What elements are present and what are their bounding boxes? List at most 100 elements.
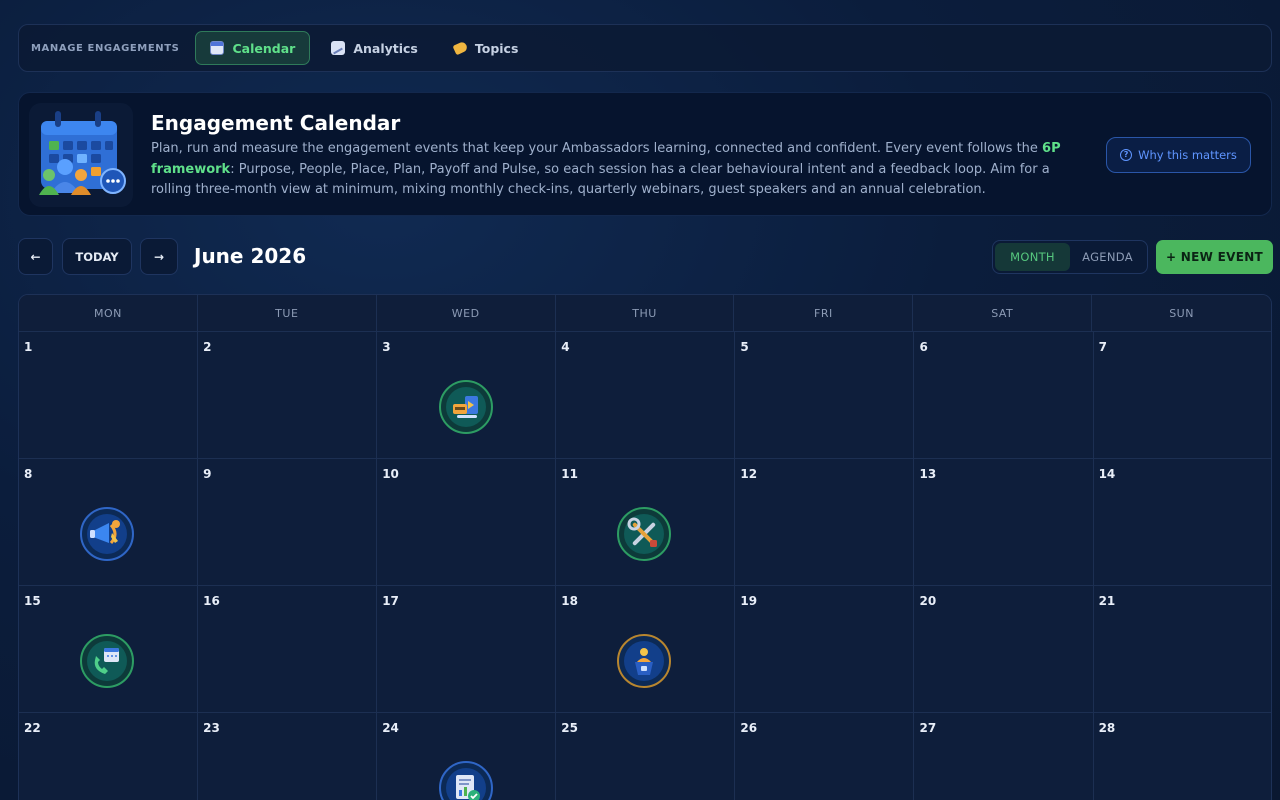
day-cell[interactable]: 27 <box>914 713 1094 800</box>
day-cell[interactable]: 6 <box>914 332 1094 459</box>
weekday-label: SUN <box>1169 306 1194 320</box>
day-number: 13 <box>919 467 937 481</box>
page-title: Engagement Calendar <box>151 111 401 135</box>
help-icon: ? <box>1120 149 1133 161</box>
day-number: 1 <box>24 340 33 354</box>
day-number: 18 <box>561 594 578 608</box>
day-cell[interactable]: 21 <box>1093 586 1271 713</box>
day-number: 28 <box>1098 721 1116 735</box>
day-number: 25 <box>561 721 578 735</box>
day-number: 23 <box>203 721 220 735</box>
day-number: 20 <box>919 594 937 608</box>
phone-calendar-icon <box>87 641 127 681</box>
chart-icon <box>331 41 346 55</box>
day-cell[interactable]: 25 <box>556 713 736 800</box>
day-number: 21 <box>1098 594 1116 608</box>
day-number: 3 <box>382 340 391 354</box>
tab-topics[interactable]: Topics <box>439 31 534 65</box>
event-announcement[interactable] <box>80 507 134 561</box>
day-cell[interactable]: 5 <box>735 332 915 459</box>
prev-month-button[interactable]: ← <box>18 238 53 275</box>
why-this-matters-label: Why this matters <box>1138 148 1237 162</box>
tab-calendar-label: Calendar <box>232 40 296 56</box>
calendar-days: 1 2 3 4 5 6 7 8 9 10 11 12 13 14 15 16 1… <box>19 332 1271 800</box>
tools-icon <box>624 514 665 554</box>
day-cell[interactable]: 7 <box>1093 332 1271 459</box>
calendar-icon <box>210 41 225 55</box>
megaphone-icon <box>87 514 127 554</box>
day-number: 19 <box>740 594 758 608</box>
day-cell[interactable]: 28 <box>1093 713 1271 800</box>
report-icon <box>446 768 487 800</box>
day-number: 27 <box>919 721 937 735</box>
day-cell[interactable]: 22 <box>19 713 199 800</box>
why-this-matters-button[interactable]: ? Why this matters <box>1106 137 1251 173</box>
tab-analytics[interactable]: Analytics <box>316 31 433 65</box>
day-cell[interactable]: 17 <box>377 586 557 713</box>
day-number: 4 <box>561 340 570 354</box>
view-agenda-button[interactable]: AGENDA <box>1070 243 1145 271</box>
day-number: 2 <box>203 340 212 354</box>
day-cell[interactable]: 13 <box>914 459 1094 586</box>
view-month-button[interactable]: MONTH <box>995 243 1070 271</box>
day-number: 7 <box>1098 340 1107 354</box>
top-nav: MANAGE ENGAGEMENTS Calendar Analytics To… <box>18 24 1272 72</box>
day-cell[interactable]: 9 <box>198 459 378 586</box>
day-number: 5 <box>740 340 749 354</box>
event-guest-speaker[interactable] <box>617 634 672 688</box>
day-number: 24 <box>382 721 399 735</box>
day-cell[interactable]: 1 <box>19 332 199 459</box>
day-number: 6 <box>919 340 928 354</box>
day-cell[interactable]: 14 <box>1093 459 1271 586</box>
day-cell[interactable]: 10 <box>377 459 557 586</box>
day-cell[interactable]: 23 <box>198 713 378 800</box>
nav-title: MANAGE ENGAGEMENTS <box>31 42 180 54</box>
day-number: 14 <box>1098 467 1116 481</box>
current-month-label: June 2026 <box>194 244 307 268</box>
day-number: 10 <box>382 467 399 481</box>
day-cell[interactable]: 16 <box>198 586 378 713</box>
day-cell[interactable]: 15 <box>19 586 199 713</box>
day-cell[interactable]: 11 <box>556 459 736 586</box>
tab-topics-label: Topics <box>474 40 519 56</box>
day-number: 8 <box>24 467 33 481</box>
tag-icon <box>452 40 469 56</box>
day-cell[interactable]: 26 <box>735 713 915 800</box>
day-cell[interactable]: 24 <box>377 713 557 800</box>
weekday-label: MON <box>19 295 198 331</box>
day-number: 17 <box>382 594 399 608</box>
day-number: 9 <box>203 467 212 481</box>
weekday-label: FRI <box>734 295 914 331</box>
day-number: 22 <box>24 721 41 735</box>
day-cell[interactable]: 3 <box>377 332 557 459</box>
event-webinar[interactable] <box>439 380 494 434</box>
day-cell[interactable]: 4 <box>556 332 736 459</box>
hero-banner: Engagement Calendar Plan, run and measur… <box>18 92 1272 216</box>
event-report[interactable] <box>439 761 494 800</box>
weekday-label: TUE <box>198 295 377 331</box>
today-button[interactable]: TODAY <box>62 238 132 275</box>
day-cell[interactable]: 20 <box>914 586 1094 713</box>
guest-speaker-icon <box>624 641 665 681</box>
view-toggle: MONTH AGENDA <box>992 240 1148 274</box>
next-month-button[interactable]: → <box>140 238 178 275</box>
weekday-label: THU <box>556 295 735 331</box>
calendar-grid: MON TUE WED THU FRI SAT SUN 1 2 3 4 5 6 … <box>18 294 1272 800</box>
day-cell[interactable]: 8 <box>19 459 199 586</box>
event-workshop[interactable] <box>617 507 672 561</box>
event-check-in[interactable] <box>80 634 134 688</box>
tab-calendar[interactable]: Calendar <box>195 31 311 65</box>
description-text: Plan, run and measure the engagement eve… <box>151 141 1043 156</box>
day-number: 12 <box>740 467 758 481</box>
day-cell[interactable]: 18 <box>556 586 736 713</box>
day-cell[interactable]: 12 <box>735 459 915 586</box>
new-event-button[interactable]: + NEW EVENT <box>1156 240 1273 274</box>
page-description: Plan, run and measure the engagement eve… <box>151 139 1071 201</box>
tab-analytics-label: Analytics <box>353 40 418 56</box>
weekday-header: MON TUE WED THU FRI SAT SUN <box>19 295 1271 332</box>
day-number: 26 <box>740 721 758 735</box>
weekday-label: SAT <box>913 295 1093 331</box>
day-cell[interactable]: 19 <box>735 586 915 713</box>
day-number: 11 <box>561 467 578 481</box>
day-cell[interactable]: 2 <box>198 332 378 459</box>
